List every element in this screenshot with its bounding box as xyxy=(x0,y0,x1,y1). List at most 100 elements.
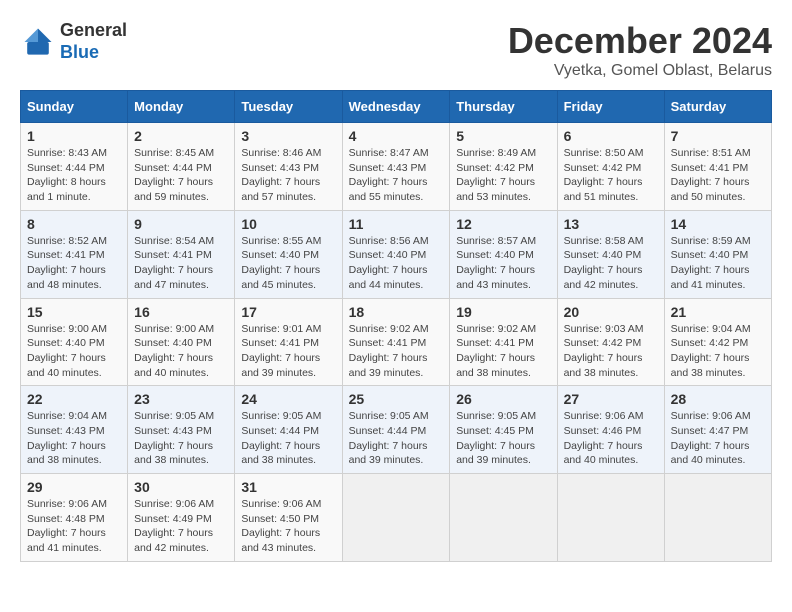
day-number: 8 xyxy=(27,216,121,232)
calendar-cell: 20 Sunrise: 9:03 AM Sunset: 4:42 PM Dayli… xyxy=(557,298,664,386)
day-info: Sunrise: 8:52 AM Sunset: 4:41 PM Dayligh… xyxy=(27,234,121,293)
weekday-header-sunday: Sunday xyxy=(21,91,128,123)
day-info: Sunrise: 8:43 AM Sunset: 4:44 PM Dayligh… xyxy=(27,146,121,205)
day-number: 20 xyxy=(564,304,658,320)
calendar-cell: 12 Sunrise: 8:57 AM Sunset: 4:40 PM Dayli… xyxy=(450,210,557,298)
weekday-header-monday: Monday xyxy=(128,91,235,123)
day-number: 17 xyxy=(241,304,335,320)
day-info: Sunrise: 8:56 AM Sunset: 4:40 PM Dayligh… xyxy=(349,234,444,293)
day-info: Sunrise: 9:06 AM Sunset: 4:47 PM Dayligh… xyxy=(671,409,765,468)
day-number: 6 xyxy=(564,128,658,144)
calendar-cell: 25 Sunrise: 9:05 AM Sunset: 4:44 PM Dayli… xyxy=(342,386,450,474)
calendar-week-3: 15 Sunrise: 9:00 AM Sunset: 4:40 PM Dayli… xyxy=(21,298,772,386)
day-info: Sunrise: 9:00 AM Sunset: 4:40 PM Dayligh… xyxy=(134,322,228,381)
calendar-cell: 6 Sunrise: 8:50 AM Sunset: 4:42 PM Daylig… xyxy=(557,123,664,211)
calendar-cell xyxy=(557,474,664,562)
calendar-body: 1 Sunrise: 8:43 AM Sunset: 4:44 PM Daylig… xyxy=(21,123,772,562)
day-info: Sunrise: 9:05 AM Sunset: 4:44 PM Dayligh… xyxy=(349,409,444,468)
calendar-cell: 21 Sunrise: 9:04 AM Sunset: 4:42 PM Dayli… xyxy=(664,298,771,386)
calendar-cell: 31Sunrise: 9:06 AM Sunset: 4:50 PM Dayli… xyxy=(235,474,342,562)
day-number: 2 xyxy=(134,128,228,144)
calendar-cell: 3 Sunrise: 8:46 AM Sunset: 4:43 PM Daylig… xyxy=(235,123,342,211)
day-info: Sunrise: 9:04 AM Sunset: 4:42 PM Dayligh… xyxy=(671,322,765,381)
day-number: 3 xyxy=(241,128,335,144)
calendar-cell: 11 Sunrise: 8:56 AM Sunset: 4:40 PM Dayli… xyxy=(342,210,450,298)
day-info: Sunrise: 9:04 AM Sunset: 4:43 PM Dayligh… xyxy=(27,409,121,468)
calendar-cell: 9Sunrise: 8:54 AM Sunset: 4:41 PM Daylig… xyxy=(128,210,235,298)
day-info: Sunrise: 8:49 AM Sunset: 4:42 PM Dayligh… xyxy=(456,146,550,205)
day-number: 30 xyxy=(134,479,228,495)
day-info: Sunrise: 8:45 AM Sunset: 4:44 PM Dayligh… xyxy=(134,146,228,205)
day-number: 16 xyxy=(134,304,228,320)
location-title: Vyetka, Gomel Oblast, Belarus xyxy=(508,62,772,80)
calendar-cell: 28 Sunrise: 9:06 AM Sunset: 4:47 PM Dayli… xyxy=(664,386,771,474)
calendar-cell: 18Sunrise: 9:02 AM Sunset: 4:41 PM Dayli… xyxy=(342,298,450,386)
calendar-week-5: 29Sunrise: 9:06 AM Sunset: 4:48 PM Dayli… xyxy=(21,474,772,562)
day-info: Sunrise: 9:03 AM Sunset: 4:42 PM Dayligh… xyxy=(564,322,658,381)
day-number: 7 xyxy=(671,128,765,144)
day-info: Sunrise: 8:59 AM Sunset: 4:40 PM Dayligh… xyxy=(671,234,765,293)
day-info: Sunrise: 9:05 AM Sunset: 4:45 PM Dayligh… xyxy=(456,409,550,468)
day-number: 13 xyxy=(564,216,658,232)
page-header: General Blue December 2024 Vyetka, Gomel… xyxy=(20,20,772,80)
day-info: Sunrise: 9:01 AM Sunset: 4:41 PM Dayligh… xyxy=(241,322,335,381)
calendar-cell: 4 Sunrise: 8:47 AM Sunset: 4:43 PM Daylig… xyxy=(342,123,450,211)
weekday-header-row: SundayMondayTuesdayWednesdayThursdayFrid… xyxy=(21,91,772,123)
calendar-week-2: 8 Sunrise: 8:52 AM Sunset: 4:41 PM Daylig… xyxy=(21,210,772,298)
day-info: Sunrise: 9:02 AM Sunset: 4:41 PM Dayligh… xyxy=(456,322,550,381)
day-number: 1 xyxy=(27,128,121,144)
day-info: Sunrise: 8:57 AM Sunset: 4:40 PM Dayligh… xyxy=(456,234,550,293)
day-number: 14 xyxy=(671,216,765,232)
calendar-cell: 30Sunrise: 9:06 AM Sunset: 4:49 PM Dayli… xyxy=(128,474,235,562)
title-block: December 2024 Vyetka, Gomel Oblast, Bela… xyxy=(508,20,772,80)
calendar-cell: 26 Sunrise: 9:05 AM Sunset: 4:45 PM Dayli… xyxy=(450,386,557,474)
day-number: 25 xyxy=(349,391,444,407)
calendar-cell: 22 Sunrise: 9:04 AM Sunset: 4:43 PM Dayli… xyxy=(21,386,128,474)
calendar-cell: 2 Sunrise: 8:45 AM Sunset: 4:44 PM Daylig… xyxy=(128,123,235,211)
calendar-cell: 10 Sunrise: 8:55 AM Sunset: 4:40 PM Dayli… xyxy=(235,210,342,298)
day-info: Sunrise: 8:47 AM Sunset: 4:43 PM Dayligh… xyxy=(349,146,444,205)
weekday-header-wednesday: Wednesday xyxy=(342,91,450,123)
day-info: Sunrise: 9:05 AM Sunset: 4:43 PM Dayligh… xyxy=(134,409,228,468)
calendar-week-1: 1 Sunrise: 8:43 AM Sunset: 4:44 PM Daylig… xyxy=(21,123,772,211)
calendar-cell xyxy=(450,474,557,562)
day-info: Sunrise: 8:55 AM Sunset: 4:40 PM Dayligh… xyxy=(241,234,335,293)
month-title: December 2024 xyxy=(508,20,772,62)
day-info: Sunrise: 9:06 AM Sunset: 4:50 PM Dayligh… xyxy=(241,497,335,556)
day-info: Sunrise: 9:06 AM Sunset: 4:46 PM Dayligh… xyxy=(564,409,658,468)
calendar-cell: 17 Sunrise: 9:01 AM Sunset: 4:41 PM Dayli… xyxy=(235,298,342,386)
calendar-cell: 14 Sunrise: 8:59 AM Sunset: 4:40 PM Dayli… xyxy=(664,210,771,298)
calendar-cell: 8 Sunrise: 8:52 AM Sunset: 4:41 PM Daylig… xyxy=(21,210,128,298)
day-number: 22 xyxy=(27,391,121,407)
day-number: 10 xyxy=(241,216,335,232)
calendar-week-4: 22 Sunrise: 9:04 AM Sunset: 4:43 PM Dayli… xyxy=(21,386,772,474)
logo-icon xyxy=(20,24,56,60)
weekday-header-tuesday: Tuesday xyxy=(235,91,342,123)
calendar-cell: 24Sunrise: 9:05 AM Sunset: 4:44 PM Dayli… xyxy=(235,386,342,474)
calendar-cell: 16 Sunrise: 9:00 AM Sunset: 4:40 PM Dayli… xyxy=(128,298,235,386)
weekday-header-friday: Friday xyxy=(557,91,664,123)
day-info: Sunrise: 8:54 AM Sunset: 4:41 PM Dayligh… xyxy=(134,234,228,293)
day-info: Sunrise: 9:00 AM Sunset: 4:40 PM Dayligh… xyxy=(27,322,121,381)
day-number: 21 xyxy=(671,304,765,320)
day-number: 26 xyxy=(456,391,550,407)
day-info: Sunrise: 9:02 AM Sunset: 4:41 PM Dayligh… xyxy=(349,322,444,381)
day-number: 11 xyxy=(349,216,444,232)
day-number: 4 xyxy=(349,128,444,144)
calendar-header: SundayMondayTuesdayWednesdayThursdayFrid… xyxy=(21,91,772,123)
day-number: 19 xyxy=(456,304,550,320)
day-number: 23 xyxy=(134,391,228,407)
calendar-cell: 1 Sunrise: 8:43 AM Sunset: 4:44 PM Daylig… xyxy=(21,123,128,211)
day-number: 15 xyxy=(27,304,121,320)
weekday-header-thursday: Thursday xyxy=(450,91,557,123)
calendar-table: SundayMondayTuesdayWednesdayThursdayFrid… xyxy=(20,90,772,562)
calendar-cell: 13Sunrise: 8:58 AM Sunset: 4:40 PM Dayli… xyxy=(557,210,664,298)
day-number: 27 xyxy=(564,391,658,407)
day-number: 5 xyxy=(456,128,550,144)
day-info: Sunrise: 8:46 AM Sunset: 4:43 PM Dayligh… xyxy=(241,146,335,205)
day-number: 12 xyxy=(456,216,550,232)
day-number: 28 xyxy=(671,391,765,407)
calendar-cell: 7Sunrise: 8:51 AM Sunset: 4:41 PM Daylig… xyxy=(664,123,771,211)
calendar-cell: 5 Sunrise: 8:49 AM Sunset: 4:42 PM Daylig… xyxy=(450,123,557,211)
day-info: Sunrise: 8:50 AM Sunset: 4:42 PM Dayligh… xyxy=(564,146,658,205)
